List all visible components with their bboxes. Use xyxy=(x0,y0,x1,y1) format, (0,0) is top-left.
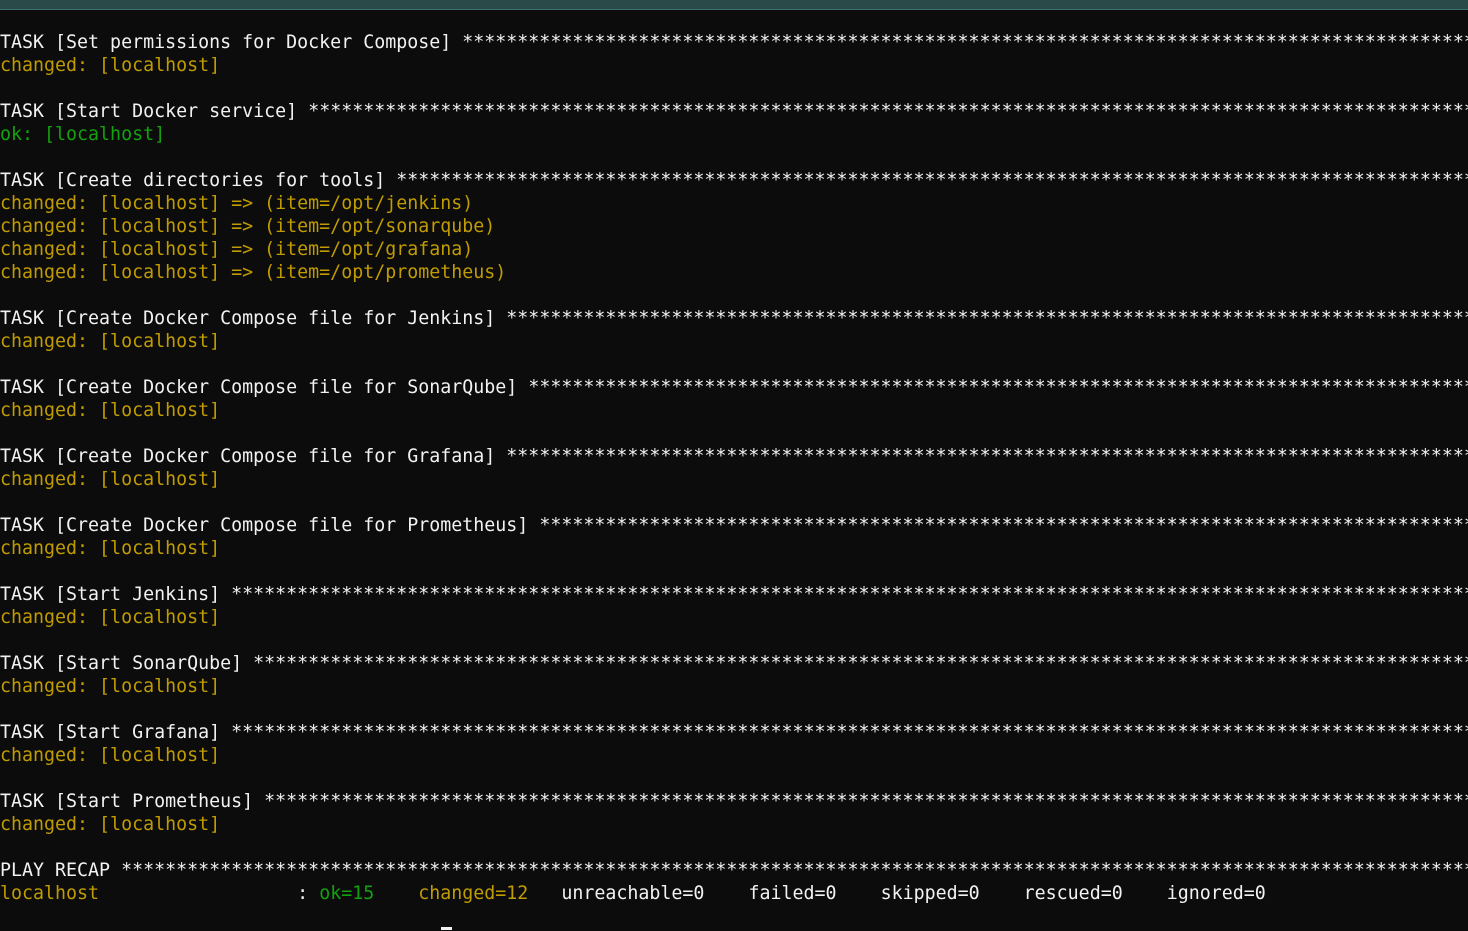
changed-status-line: changed: [localhost] => (item=/opt/grafa… xyxy=(0,239,474,260)
recap-gap xyxy=(704,883,748,904)
task-title: TASK [Start Jenkins] xyxy=(0,584,232,605)
task-separator-stars: ****************************************… xyxy=(528,377,1468,398)
changed-status-line: changed: [localhost] => (item=/opt/prome… xyxy=(0,262,507,283)
task-title: TASK [Create Docker Compose file for Gra… xyxy=(0,446,507,467)
recap-skipped-count: skipped=0 xyxy=(880,883,980,904)
changed-status-line: changed: [localhost] xyxy=(0,676,221,697)
task-separator-stars: ****************************************… xyxy=(231,722,1468,743)
task-separator-stars: ****************************************… xyxy=(253,653,1468,674)
task-title: TASK [Start Prometheus] xyxy=(0,791,265,812)
task-title: TASK [Start Grafana] xyxy=(0,722,232,743)
task-header-line: TASK [Create directories for tools] ****… xyxy=(0,169,1468,192)
task-header-line: TASK [Create Docker Compose file for Pro… xyxy=(0,514,1468,537)
task-header-line: TASK [Set permissions for Docker Compose… xyxy=(0,31,1468,54)
task-title: TASK [Create Docker Compose file for Pro… xyxy=(0,515,540,536)
task-header-line: TASK [Start Grafana] *******************… xyxy=(0,721,1468,744)
changed-status-line: changed: [localhost] xyxy=(0,814,221,835)
recap-gap xyxy=(528,883,561,904)
changed-status-line: changed: [localhost] => (item=/opt/sonar… xyxy=(0,216,496,237)
task-header-line: TASK [Start SonarQube] *****************… xyxy=(0,652,1468,675)
recap-separator: : xyxy=(99,883,320,904)
changed-status-line: changed: [localhost] xyxy=(0,745,221,766)
changed-status-line: changed: [localhost] xyxy=(0,538,221,559)
recap-gap xyxy=(980,883,1024,904)
changed-status-line: changed: [localhost] xyxy=(0,55,221,76)
task-separator-stars: ****************************************… xyxy=(462,32,1468,53)
task-separator-stars: ****************************************… xyxy=(506,446,1468,467)
task-title: TASK [Start Docker service] xyxy=(0,101,309,122)
task-title: TASK [Create Docker Compose file for Son… xyxy=(0,377,529,398)
recap-rescued-count: rescued=0 xyxy=(1023,883,1123,904)
task-header-line: TASK [Create Docker Compose file for Jen… xyxy=(0,307,1468,330)
window-top-bar xyxy=(0,0,1468,10)
task-header-line: TASK [Create Docker Compose file for Son… xyxy=(0,376,1468,399)
recap-changed-count: changed=12 xyxy=(418,883,529,904)
changed-status-line: changed: [localhost] xyxy=(0,331,221,352)
play-recap-summary-line: localhost : ok=15 changed=12 unreachable… xyxy=(0,882,1468,905)
changed-status-line: changed: [localhost] => (item=/opt/jenki… xyxy=(0,193,474,214)
text-cursor xyxy=(441,927,452,930)
task-header-line: TASK [Start Jenkins] *******************… xyxy=(0,583,1468,606)
task-separator-stars: ****************************************… xyxy=(539,515,1468,536)
recap-gap xyxy=(837,883,881,904)
recap-failed-count: failed=0 xyxy=(748,883,837,904)
task-title: TASK [Start SonarQube] xyxy=(0,653,254,674)
terminal-lines: TASK [Set permissions for Docker Compose… xyxy=(0,31,1468,882)
task-separator-stars: ****************************************… xyxy=(231,584,1468,605)
ok-status-line: ok: [localhost] xyxy=(0,124,166,145)
task-header-line: TASK [Start Docker service] ************… xyxy=(0,100,1468,123)
recap-host: localhost xyxy=(0,883,100,904)
task-title: TASK [Create Docker Compose file for Jen… xyxy=(0,308,507,329)
task-separator-stars: ****************************************… xyxy=(264,791,1468,812)
recap-ignored-count: ignored=0 xyxy=(1166,883,1266,904)
task-header-line: TASK [Create Docker Compose file for Gra… xyxy=(0,445,1468,468)
terminal-output[interactable]: TASK [Set permissions for Docker Compose… xyxy=(0,31,1468,931)
task-header-line: PLAY RECAP *****************************… xyxy=(0,859,1468,882)
changed-status-line: changed: [localhost] xyxy=(0,607,221,628)
task-separator-stars: ****************************************… xyxy=(308,101,1468,122)
task-title: PLAY RECAP xyxy=(0,860,122,881)
task-header-line: TASK [Start Prometheus] ****************… xyxy=(0,790,1468,813)
recap-gap xyxy=(1123,883,1167,904)
task-separator-stars: ****************************************… xyxy=(506,308,1468,329)
task-separator-stars: ****************************************… xyxy=(121,860,1468,881)
recap-gap xyxy=(374,883,418,904)
changed-status-line: changed: [localhost] xyxy=(0,469,221,490)
task-title: TASK [Set permissions for Docker Compose… xyxy=(0,32,463,53)
changed-status-line: changed: [localhost] xyxy=(0,400,221,421)
recap-ok-count: ok=15 xyxy=(319,883,375,904)
recap-unreachable-count: unreachable=0 xyxy=(561,883,705,904)
task-separator-stars: ****************************************… xyxy=(396,170,1468,191)
task-title: TASK [Create directories for tools] xyxy=(0,170,397,191)
